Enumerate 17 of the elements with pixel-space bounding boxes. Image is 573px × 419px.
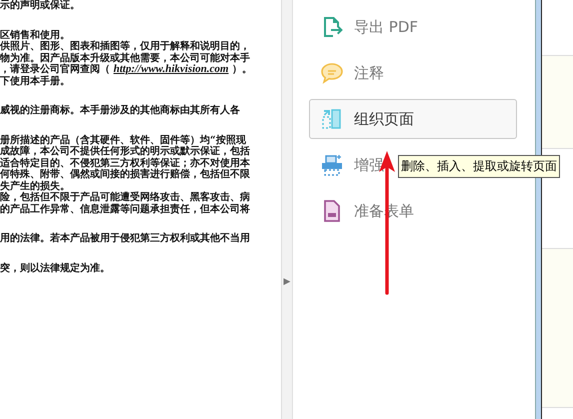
document-text: 用的法律。若本产品被用于侵犯第三方权利或其他不当用 bbox=[0, 233, 251, 244]
document-text: 突，则以法律规定为准。 bbox=[0, 262, 111, 274]
document-text: 册所描述的产品（含其硬件、软件、固件等）均“按照现 bbox=[0, 134, 247, 146]
document-text: 供照片、图形、图表和插图等，仅用于解释和说明目的， bbox=[0, 41, 251, 52]
document-text: ）。 bbox=[231, 64, 252, 75]
document-text: 失产生的损失。 bbox=[0, 180, 71, 192]
document-text: 成故障，本公司不提供任何形式的明示或默示保证，包括 bbox=[0, 146, 251, 157]
document-text: 何特殊、附带、偶然或间接的损害进行赔偿，包括但不限 bbox=[0, 169, 251, 180]
document-text: 威视的注册商标。本手册涉及的其他商标由其所有人各 bbox=[0, 105, 241, 116]
document-text: 适合特定目的、不侵犯第三方权利等保证；亦不对使用本 bbox=[0, 158, 251, 168]
tooltip: 删除、插入、提取或旋转页面 bbox=[398, 155, 560, 178]
document-text: 区销售和使用。 bbox=[0, 30, 71, 40]
document-text: 险，包括但不限于产品可能遭受网络攻击、黑客攻击、病 bbox=[0, 192, 251, 204]
document-text: 下使用本手册。 bbox=[0, 76, 71, 87]
document-text: 物为准。因产品版本升级或其他需要，本公司可能对本手 bbox=[0, 52, 251, 64]
document-text: 的产品工作异常、信息泄露等问题承担责任，但本公司将 bbox=[0, 204, 251, 215]
document-text: ，请登录公司官网查阅（ bbox=[0, 64, 111, 75]
